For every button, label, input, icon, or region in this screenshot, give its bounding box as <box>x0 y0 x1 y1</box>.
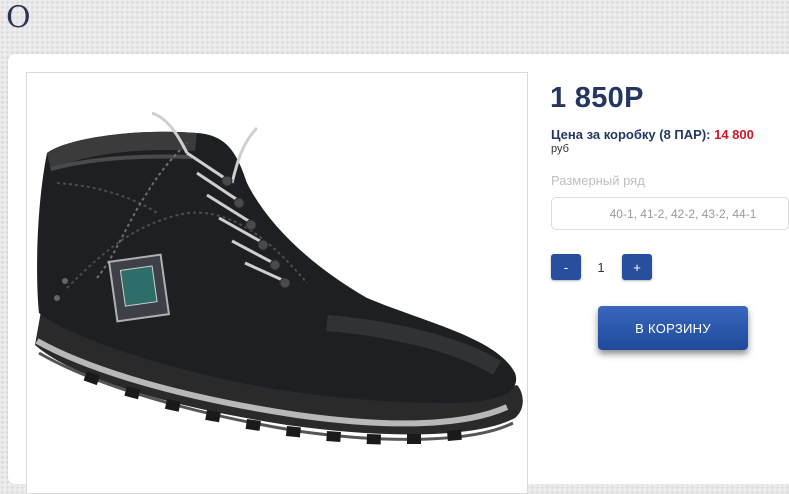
size-range-field[interactable]: 40-1, 41-2, 42-2, 43-2, 44-1 <box>551 197 789 230</box>
box-price: Цена за коробку (8 ПАР): 14 800 <box>551 127 754 142</box>
currency-label: руб <box>551 143 569 155</box>
boot-image-icon <box>35 111 523 445</box>
size-range-label: Размерный ряд <box>551 173 645 188</box>
product-image[interactable] <box>26 72 528 494</box>
quantity-input[interactable]: 1 <box>583 254 619 280</box>
page-title: О <box>6 0 31 35</box>
quantity-increase-button[interactable]: + <box>622 254 652 280</box>
quantity-decrease-button[interactable]: - <box>551 254 581 280</box>
add-to-cart-button[interactable]: В КОРЗИНУ <box>598 306 748 350</box>
box-price-label: Цена за коробку (8 ПАР): <box>551 127 711 142</box>
box-price-value: 14 800 <box>714 127 754 142</box>
product-price: 1 850Р <box>550 82 644 114</box>
